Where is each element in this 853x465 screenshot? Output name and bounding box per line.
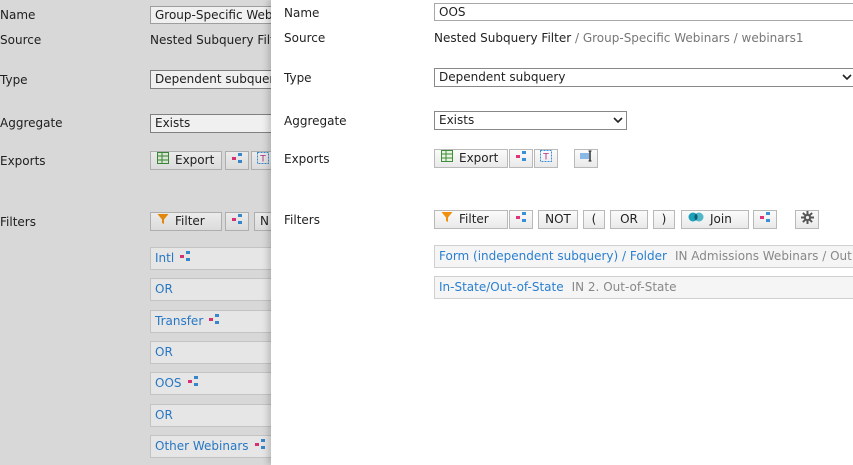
filter-row[interactable]: Form (independent subquery) / Folder IN A… <box>434 245 853 268</box>
not-button-partial[interactable]: N <box>254 212 272 231</box>
node-tree-icon <box>515 150 527 167</box>
chevron-down-icon <box>842 70 852 85</box>
export-text-button[interactable]: T <box>534 149 558 168</box>
exports-label: Exports <box>284 152 330 166</box>
back-filter-row-link[interactable]: OR <box>155 345 173 359</box>
type-select[interactable]: Dependent subquery <box>434 68 853 87</box>
export-node-button[interactable] <box>509 149 533 168</box>
source-value: Nested Subquery Filter / Group-Specific … <box>434 31 803 45</box>
text-field-icon: T <box>540 150 552 167</box>
source-value: Nested Subquery Filter <box>150 33 272 47</box>
source-label: Source <box>284 31 326 45</box>
type-select-value: Dependent subquery <box>439 70 566 84</box>
or-button[interactable]: OR <box>610 210 648 229</box>
back-filter-row[interactable]: Transfer <box>150 309 272 333</box>
gear-icon <box>800 210 814 229</box>
back-filter-row-link[interactable]: Transfer <box>155 314 203 328</box>
node-tree-icon <box>231 213 243 230</box>
svg-text:T: T <box>542 153 549 163</box>
aggregate-label: Aggregate <box>284 114 347 128</box>
back-filter-row[interactable]: OOS <box>150 372 272 396</box>
export-button[interactable]: Export <box>434 149 508 168</box>
name-input[interactable]: OOS <box>434 3 853 21</box>
node-tree-icon <box>187 373 199 394</box>
filter-row-link[interactable]: In-State/Out-of-State <box>439 280 564 294</box>
filter-row-detail: IN 2. Out-of-State <box>571 280 677 294</box>
filters-label: Filters <box>284 213 320 227</box>
join-button-label: Join <box>710 212 732 226</box>
open-paren-button[interactable]: ( <box>583 210 605 229</box>
export-text-button[interactable]: T <box>251 151 272 170</box>
node-tree-icon <box>254 436 266 457</box>
filter-node-button[interactable] <box>509 210 533 229</box>
editor-panel: Name OOS Source Nested Subquery Filter /… <box>271 0 853 465</box>
filter-row-link[interactable]: Form (independent subquery) / Folder <box>439 249 667 263</box>
filter-button[interactable]: Filter <box>434 210 508 229</box>
export-button[interactable]: Export <box>150 151 222 170</box>
back-filter-row[interactable]: Other Webinars <box>150 434 272 458</box>
funnel-icon <box>441 211 453 228</box>
node-tree-icon <box>208 311 220 332</box>
source-path: / Group-Specific Webinars / webinars1 <box>571 31 804 45</box>
funnel-icon <box>157 213 169 230</box>
name-input[interactable]: Group-Specific Webinar <box>150 6 272 24</box>
back-filter-row-link[interactable]: OOS <box>155 376 182 390</box>
source-label: Source <box>0 33 42 47</box>
node-tree-icon <box>231 152 243 169</box>
exports-label: Exports <box>0 154 46 168</box>
name-label: Name <box>0 8 36 22</box>
join-button[interactable]: Join <box>681 210 749 229</box>
type-label: Type <box>0 73 28 87</box>
background-panel: Name Group-Specific Webinar Source Neste… <box>0 0 272 465</box>
type-select[interactable]: Dependent subquery <box>150 70 272 89</box>
join-icon <box>688 211 704 228</box>
back-filter-row[interactable]: Intl <box>150 247 272 270</box>
aggregate-select[interactable]: Exists <box>150 114 272 133</box>
filter-row[interactable]: In-State/Out-of-State IN 2. Out-of-State <box>434 276 853 299</box>
back-filter-row-link[interactable]: Intl <box>155 251 174 265</box>
join-node-button[interactable] <box>753 210 777 229</box>
aggregate-select[interactable]: Exists <box>434 111 627 130</box>
name-label: Name <box>284 6 320 20</box>
svg-text:T: T <box>259 155 266 165</box>
filters-label: Filters <box>0 215 36 229</box>
close-paren-button[interactable]: ) <box>653 210 675 229</box>
back-filter-row-link[interactable]: Other Webinars <box>155 439 249 453</box>
back-filter-row-link[interactable]: OR <box>155 282 173 296</box>
back-filter-row[interactable]: OR <box>150 403 272 427</box>
settings-button[interactable] <box>795 210 819 229</box>
back-filter-row-link[interactable]: OR <box>155 408 173 422</box>
filter-button-label: Filter <box>175 214 205 228</box>
aggregate-select-value: Exists <box>439 113 475 127</box>
node-tree-icon <box>759 211 771 228</box>
not-button[interactable]: NOT <box>538 210 578 229</box>
type-label: Type <box>284 71 312 85</box>
source-main: Nested Subquery Filter <box>434 31 572 45</box>
node-tree-icon <box>515 211 527 228</box>
add-column-button[interactable] <box>574 149 598 168</box>
filter-node-button[interactable] <box>225 212 249 231</box>
filter-button-label: Filter <box>459 212 489 226</box>
spreadsheet-icon <box>157 152 169 169</box>
spreadsheet-icon <box>441 150 453 167</box>
column-insert-icon <box>579 150 593 167</box>
back-filter-row[interactable]: OR <box>150 278 272 302</box>
aggregate-label: Aggregate <box>0 116 63 130</box>
text-field-icon: T <box>257 152 269 169</box>
export-button-label: Export <box>175 153 215 167</box>
export-node-button[interactable] <box>225 151 249 170</box>
filter-row-detail: IN Admissions Webinars / Out of St... <box>674 249 853 263</box>
export-button-label: Export <box>459 151 499 165</box>
node-tree-icon <box>179 248 191 269</box>
filter-button[interactable]: Filter <box>150 212 222 231</box>
chevron-down-icon <box>613 113 623 128</box>
back-filter-row[interactable]: OR <box>150 340 272 364</box>
